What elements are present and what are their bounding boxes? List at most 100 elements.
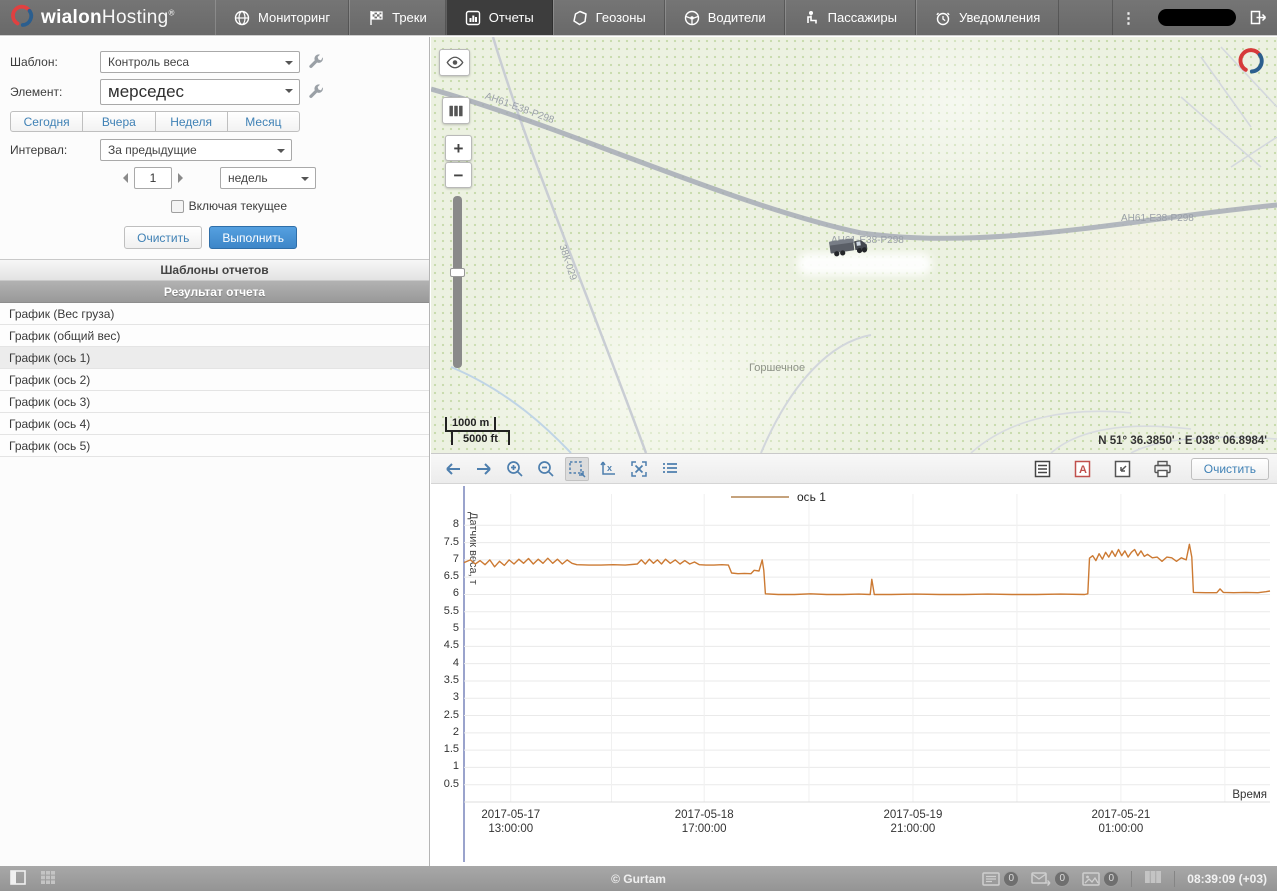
toggle-sidebar-icon[interactable] <box>10 870 26 888</box>
export-pdf-button[interactable]: A <box>1071 457 1095 481</box>
zoom-out-button[interactable]: − <box>445 162 472 188</box>
unit-select[interactable]: мерседес <box>100 79 300 105</box>
tab-label: Геозоны <box>596 10 646 25</box>
passenger-icon <box>804 10 820 26</box>
result-section-header[interactable]: Результат отчета <box>0 281 429 303</box>
logout-icon[interactable] <box>1250 10 1267 25</box>
tab-label: Треки <box>392 10 427 25</box>
template-select[interactable]: Контроль веса <box>100 51 300 73</box>
wialon-swirl-icon <box>10 4 34 31</box>
chart-panel: x A <box>431 453 1277 866</box>
tab-passenger[interactable]: Пассажиры <box>785 0 916 35</box>
include-current-label: Включая текущее <box>189 199 287 213</box>
zoom-in-button[interactable]: + <box>445 135 472 161</box>
map-provider-logo-icon <box>1237 47 1265 78</box>
quick-range-button-2[interactable]: Неделя <box>155 111 228 132</box>
alarm-icon <box>935 10 951 26</box>
template-label: Шаблон: <box>10 55 100 69</box>
quick-range-buttons: СегодняВчераНеделяМесяц <box>10 111 300 132</box>
wialon-logo: wialonHosting® <box>0 0 215 35</box>
report-result-list: График (Вес груза)График (общий вес)Граф… <box>0 303 429 457</box>
chart-reset-scale-button[interactable]: x <box>596 457 620 481</box>
quick-range-button-3[interactable]: Месяц <box>227 111 300 132</box>
clear-form-button[interactable]: Очистить <box>124 226 202 249</box>
tab-label: Пассажиры <box>828 10 897 25</box>
interval-count-input[interactable] <box>134 167 172 189</box>
svg-text:x: x <box>607 463 612 473</box>
chart-area[interactable]: ось 1 Датчик веса, т 0.511.522.533.544.5… <box>431 484 1277 867</box>
chart-back-button[interactable] <box>441 457 465 481</box>
result-list-item[interactable]: График (ось 5) <box>0 435 429 457</box>
unit-settings-wrench-icon[interactable] <box>308 84 324 100</box>
template-settings-wrench-icon[interactable] <box>308 54 324 70</box>
open-report-button[interactable] <box>1031 457 1055 481</box>
geofence-icon <box>572 10 588 26</box>
town-label: Горшечное <box>749 362 805 374</box>
tab-flag[interactable]: Треки <box>349 0 446 35</box>
tab-label: Отчеты <box>489 10 534 25</box>
driver-icon <box>684 10 700 26</box>
export-file-button[interactable] <box>1111 457 1135 481</box>
tab-alarm[interactable]: Уведомления <box>916 0 1059 35</box>
topbar: wialonHosting® Мониторинг Треки Отчеты Геоз… <box>0 0 1277 36</box>
notifications-media-badge[interactable]: 0 <box>1082 871 1119 887</box>
tab-report[interactable]: Отчеты <box>446 0 553 35</box>
decrement-arrow[interactable] <box>118 173 128 183</box>
flag-icon <box>368 10 384 26</box>
result-list-item[interactable]: График (ось 1) <box>0 347 429 369</box>
result-list-item[interactable]: График (общий вес) <box>0 325 429 347</box>
increment-arrow[interactable] <box>178 173 188 183</box>
interval-stepper: недель <box>118 167 429 189</box>
quick-range-button-1[interactable]: Вчера <box>82 111 155 132</box>
result-list-item[interactable]: График (ось 2) <box>0 369 429 391</box>
quick-range-button-0[interactable]: Сегодня <box>10 111 83 132</box>
badge-count: 0 <box>1003 871 1019 887</box>
badge-count: 0 <box>1054 871 1070 887</box>
report-icon <box>465 10 481 26</box>
chart-forward-button[interactable] <box>472 457 496 481</box>
scale-feet: 5000 ft <box>451 430 510 445</box>
notifications-messages-badge[interactable]: 0 <box>1031 871 1070 887</box>
highway-label-3: АН61-Е38-Р298 <box>1121 213 1194 224</box>
badge-count: 0 <box>1103 871 1119 887</box>
svg-text:A: A <box>1079 464 1087 476</box>
clock-time: 08:39:09 (+03) <box>1187 872 1267 886</box>
execute-button[interactable]: Выполнить <box>209 226 297 249</box>
result-list-item[interactable]: График (Вес груза) <box>0 303 429 325</box>
map-zoom-slider-handle[interactable] <box>450 268 465 277</box>
print-button[interactable] <box>1151 457 1175 481</box>
include-current-checkbox[interactable] <box>171 200 184 213</box>
chart-toolbar: x A <box>431 454 1277 484</box>
result-list-item[interactable]: График (ось 4) <box>0 413 429 435</box>
chart-clear-button[interactable]: Очистить <box>1191 458 1269 480</box>
chart-zoom-out-button[interactable] <box>534 457 558 481</box>
topbar-tabs: Мониторинг Треки Отчеты Геозоны Водители Пасс… <box>215 0 1059 35</box>
interval-type-select[interactable]: За предыдущие <box>100 139 292 161</box>
visibility-eye-button[interactable] <box>439 49 470 76</box>
user-name-redacted[interactable] <box>1158 9 1236 26</box>
chart-box-zoom-button[interactable] <box>565 457 589 481</box>
chart-data-table-button[interactable] <box>658 457 682 481</box>
cursor-coordinates: N 51° 36.3850' : E 038° 06.8984' <box>1098 435 1267 447</box>
result-list-item[interactable]: График (ось 3) <box>0 391 429 413</box>
table-view-icon[interactable] <box>1144 870 1162 887</box>
topbar-right: ⋮ <box>1112 0 1277 35</box>
map-scale: 1000 m 5000 ft <box>445 417 510 447</box>
tab-driver[interactable]: Водители <box>665 0 785 35</box>
templates-section-header[interactable]: Шаблоны отчетов <box>0 259 429 281</box>
map-zoom-slider[interactable] <box>453 196 462 368</box>
tab-label: Мониторинг <box>258 10 330 25</box>
map[interactable]: АН61-Е38-Р298 АН61-Е38-Р298 АН61-Е38-Р29… <box>431 37 1277 453</box>
chart-fit-extent-button[interactable] <box>627 457 651 481</box>
unit-label: Элемент: <box>10 85 100 99</box>
interval-unit-select[interactable]: недель <box>220 167 316 189</box>
chart-zoom-in-button[interactable] <box>503 457 527 481</box>
tab-label: Водители <box>708 10 766 25</box>
notifications-reports-badge[interactable]: 0 <box>982 871 1019 887</box>
tab-geofence[interactable]: Геозоны <box>553 0 665 35</box>
more-menu-button[interactable]: ⋮ <box>1112 0 1144 35</box>
apps-grid-icon[interactable] <box>40 870 56 888</box>
map-layers-button[interactable] <box>442 97 470 124</box>
tab-globe[interactable]: Мониторинг <box>215 0 349 35</box>
globe-icon <box>234 10 250 26</box>
